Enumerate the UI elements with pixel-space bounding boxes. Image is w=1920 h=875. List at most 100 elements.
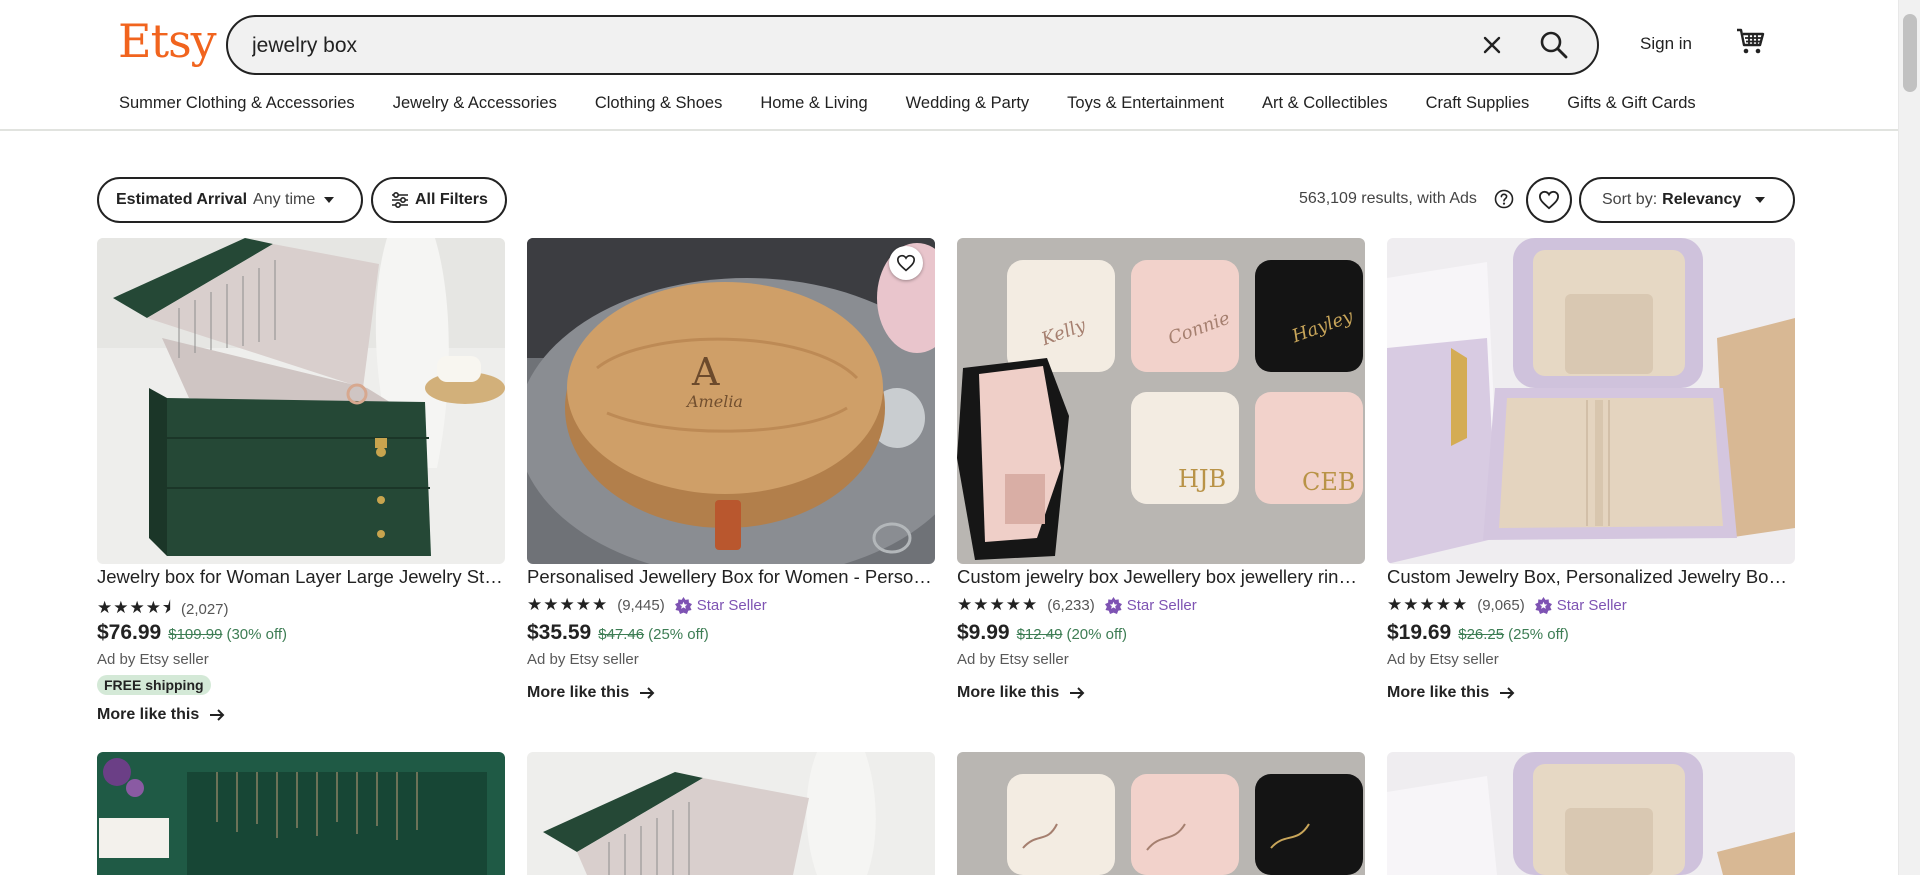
sign-in-link[interactable]: Sign in xyxy=(1640,34,1692,54)
caret-down-icon xyxy=(324,197,335,203)
arrow-right-icon xyxy=(1500,687,1515,699)
rating-stars: ★★★★⯨ xyxy=(97,598,172,617)
more-like-this-label: More like this xyxy=(527,684,630,701)
category-link[interactable]: Art & Collectibles xyxy=(1262,94,1388,113)
price-row: $35.59 $47.46 (25% off) xyxy=(527,621,709,645)
engraved-monogram: A xyxy=(692,350,720,394)
review-count: (9,445) xyxy=(617,596,665,614)
price-row: $19.69 $26.25 (25% off) xyxy=(1387,621,1569,645)
help-icon[interactable] xyxy=(1494,189,1514,209)
printed-initials: CEB xyxy=(1302,468,1356,496)
sort-value: Relevancy xyxy=(1662,191,1742,208)
listing-image[interactable] xyxy=(527,752,935,875)
clear-search-icon[interactable] xyxy=(1480,33,1504,57)
sort-label: Sort by: xyxy=(1602,191,1658,208)
listing-rating: ★★★★★ (9,445) Star Seller xyxy=(527,595,767,615)
review-count: (9,065) xyxy=(1477,596,1525,614)
sale-price: $19.69 xyxy=(1387,621,1452,644)
more-like-this-link[interactable]: More like this xyxy=(957,684,1085,702)
original-price: $26.25 xyxy=(1458,626,1505,643)
listing-rating: ★★★★★ (9,065) Star Seller xyxy=(1387,595,1627,615)
category-link[interactable]: Craft Supplies xyxy=(1426,94,1530,113)
more-like-this-label: More like this xyxy=(957,684,1060,701)
arrow-right-icon xyxy=(1070,687,1085,699)
page-scrollbar[interactable] xyxy=(1898,0,1920,875)
engraved-name: Amelia xyxy=(687,392,743,411)
results-count: 563,109 results, with Ads xyxy=(1299,190,1477,207)
price-row: $76.99 $109.99 (30% off) xyxy=(97,621,287,645)
sale-price: $9.99 xyxy=(957,621,1010,644)
heart-icon xyxy=(1538,190,1560,210)
discount-percent: (30% off) xyxy=(226,626,288,643)
listing-title[interactable]: Jewelry box for Woman Layer Large Jewelr… xyxy=(97,566,505,588)
category-link[interactable]: Toys & Entertainment xyxy=(1067,94,1224,113)
star-seller-label: Star Seller xyxy=(1556,596,1627,614)
listing-image[interactable] xyxy=(1387,238,1795,564)
cart-icon[interactable] xyxy=(1735,26,1765,56)
heart-icon xyxy=(896,254,916,272)
listing-image[interactable] xyxy=(957,238,1365,564)
star-seller-badge: Star Seller xyxy=(1104,596,1197,614)
filter-sliders-icon xyxy=(392,191,408,209)
listing-rating: ★★★★★ (6,233) Star Seller xyxy=(957,595,1197,615)
category-link[interactable]: Summer Clothing & Accessories xyxy=(119,94,355,113)
rating-stars: ★★★★★ xyxy=(1387,595,1469,614)
arrow-right-icon xyxy=(640,687,655,699)
discount-percent: (20% off) xyxy=(1066,626,1128,643)
listing-image[interactable] xyxy=(97,752,505,875)
search-icon[interactable] xyxy=(1538,29,1570,61)
site-header: Etsy Sign in Summer Clothing & Accessori… xyxy=(0,0,1898,131)
listing-image[interactable] xyxy=(957,752,1365,875)
star-seller-icon xyxy=(1534,596,1552,614)
review-count: (2,027) xyxy=(180,601,229,618)
ad-by-seller: Ad by Etsy seller xyxy=(97,651,209,668)
listing-title[interactable]: Personalised Jewellery Box for Women - P… xyxy=(527,566,935,588)
star-seller-label: Star Seller xyxy=(1126,596,1197,614)
search-bar xyxy=(226,15,1599,75)
listing-card[interactable]: A Amelia Personalised Jewellery Box for … xyxy=(527,238,935,708)
sort-dropdown[interactable]: Sort by: Relevancy xyxy=(1579,177,1795,223)
all-filters-label: All Filters xyxy=(415,191,488,208)
category-link[interactable]: Gifts & Gift Cards xyxy=(1567,94,1695,113)
arrow-right-icon xyxy=(210,709,225,721)
rating-stars: ★★★★★ xyxy=(957,595,1039,614)
all-filters-button[interactable]: All Filters xyxy=(371,177,507,223)
more-like-this-link[interactable]: More like this xyxy=(97,706,225,724)
estimated-arrival-dropdown[interactable]: Estimated Arrival Any time xyxy=(97,177,363,223)
arrival-value: Any time xyxy=(253,191,316,208)
listing-title[interactable]: Custom Jewelry Box, Personalized Jewelry… xyxy=(1387,566,1795,588)
listing-card[interactable]: Kelly Connie Hayley HJB CEB Custom jewel… xyxy=(957,238,1365,708)
etsy-logo[interactable]: Etsy xyxy=(118,14,217,68)
more-like-this-link[interactable]: More like this xyxy=(1387,684,1515,702)
more-like-this-label: More like this xyxy=(1387,684,1490,701)
star-seller-badge: Star Seller xyxy=(1534,596,1627,614)
scrollbar-thumb[interactable] xyxy=(1903,14,1917,92)
original-price: $109.99 xyxy=(168,626,223,643)
favorite-button[interactable] xyxy=(889,246,923,280)
search-input[interactable] xyxy=(252,31,1452,61)
sale-price: $35.59 xyxy=(527,621,592,644)
listing-card[interactable]: Jewelry box for Woman Layer Large Jewelr… xyxy=(97,238,505,732)
discount-percent: (25% off) xyxy=(648,626,709,643)
price-row: $9.99 $12.49 (20% off) xyxy=(957,621,1127,645)
category-link[interactable]: Wedding & Party xyxy=(906,94,1030,113)
category-link[interactable]: Clothing & Shoes xyxy=(595,94,723,113)
category-link[interactable]: Jewelry & Accessories xyxy=(393,94,557,113)
ad-by-seller: Ad by Etsy seller xyxy=(1387,651,1499,668)
discount-percent: (25% off) xyxy=(1508,626,1569,643)
category-link[interactable]: Home & Living xyxy=(760,94,867,113)
category-nav: Summer Clothing & Accessories Jewelry & … xyxy=(119,94,1734,113)
caret-down-icon xyxy=(1755,197,1766,203)
star-seller-icon xyxy=(1104,596,1122,614)
listing-image[interactable] xyxy=(1387,752,1795,875)
listing-card[interactable]: Custom Jewelry Box, Personalized Jewelry… xyxy=(1387,238,1795,708)
sale-price: $76.99 xyxy=(97,621,162,644)
listing-title[interactable]: Custom jewelry box Jewellery box jewelle… xyxy=(957,566,1365,588)
listing-rating: ★★★★⯨ (2,027) xyxy=(97,595,229,624)
listing-image[interactable] xyxy=(97,238,505,564)
more-like-this-link[interactable]: More like this xyxy=(527,684,655,702)
review-count: (6,233) xyxy=(1047,596,1095,614)
save-search-button[interactable] xyxy=(1526,177,1572,223)
printed-initials: HJB xyxy=(1178,465,1227,493)
star-seller-icon xyxy=(674,596,692,614)
